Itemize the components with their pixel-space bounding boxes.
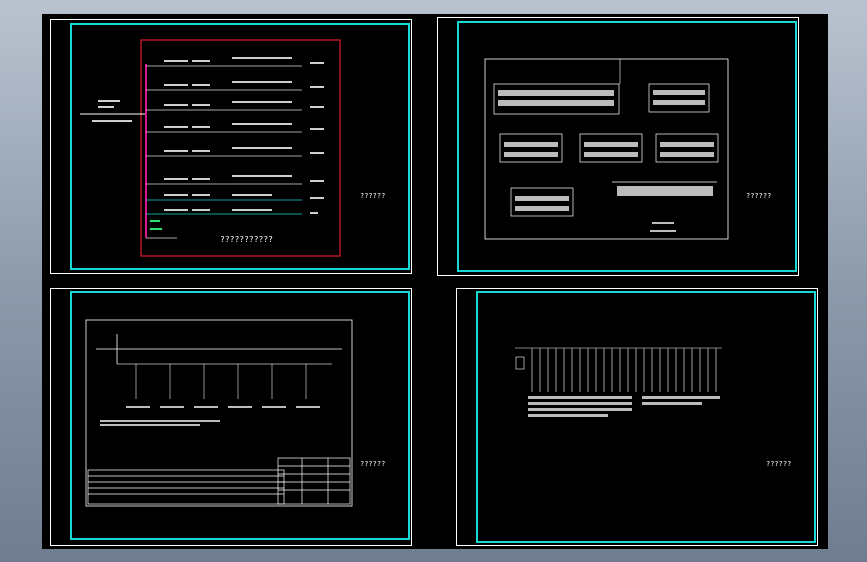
drawing-canvas[interactable]: ?????? ??????????? ?????? ?????? ??????: [42, 14, 828, 549]
cad-linework: [80, 39, 729, 507]
